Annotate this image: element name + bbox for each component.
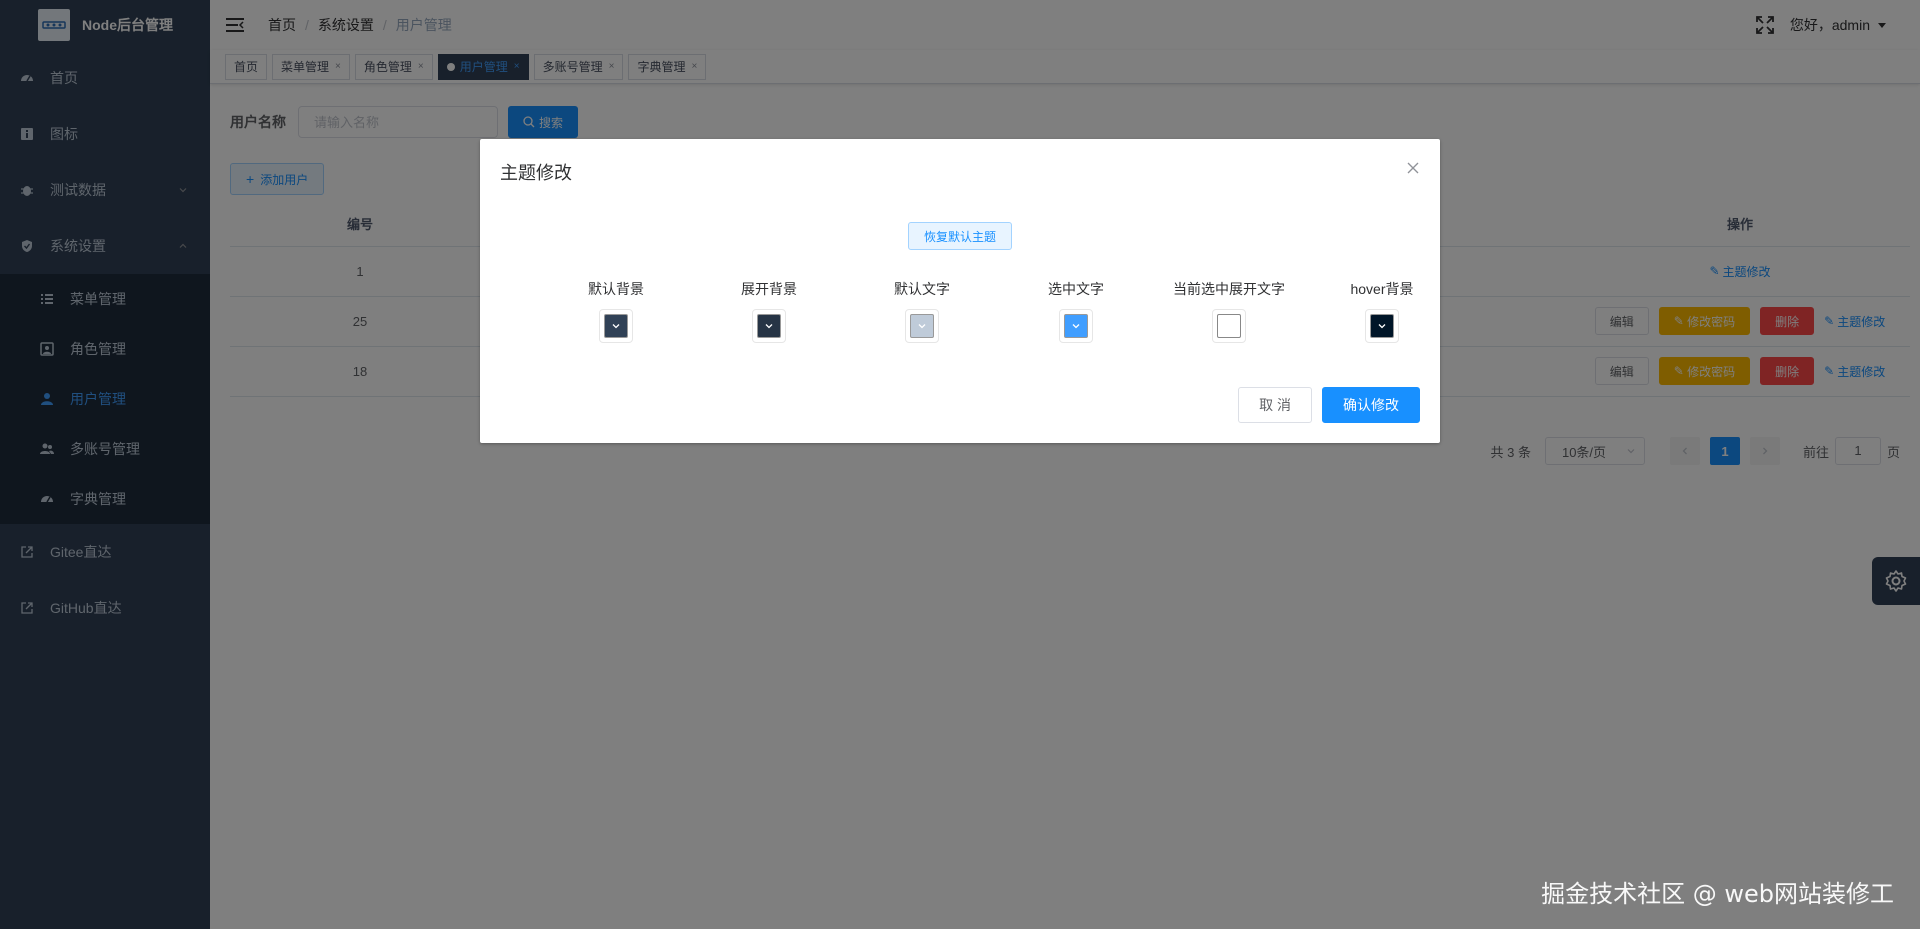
- dialog-footer: 取 消 确认修改: [1238, 387, 1420, 423]
- color-picker[interactable]: [1059, 309, 1093, 343]
- color-picker[interactable]: [599, 309, 633, 343]
- picker-label: 默认背景: [588, 281, 644, 297]
- color-swatch: [1064, 314, 1088, 338]
- picker-default-bg: 默认背景: [536, 279, 696, 343]
- picker-expand-bg: 展开背景: [689, 279, 849, 343]
- confirm-button[interactable]: 确认修改: [1322, 387, 1420, 423]
- picker-active-text: 选中文字: [996, 279, 1156, 343]
- chevron-down-icon: [1378, 324, 1386, 329]
- color-swatch: [910, 314, 934, 338]
- picker-default-text: 默认文字: [842, 279, 1002, 343]
- cancel-button[interactable]: 取 消: [1238, 387, 1312, 423]
- color-picker[interactable]: [905, 309, 939, 343]
- watermark: 掘金技术社区 @ web网站装修工: [1541, 880, 1894, 908]
- reset-theme-button[interactable]: 恢复默认主题: [908, 222, 1013, 250]
- chevron-down-icon: [918, 324, 926, 329]
- color-picker[interactable]: [1365, 309, 1399, 343]
- color-swatch: [1217, 314, 1241, 338]
- color-picker[interactable]: [1212, 309, 1246, 343]
- picker-label: 展开背景: [741, 281, 797, 297]
- dialog-title: 主题修改: [500, 163, 572, 183]
- color-swatch: [757, 314, 781, 338]
- picker-label: 默认文字: [894, 281, 950, 297]
- theme-dialog: 主题修改 恢复默认主题 默认背景 展开背景 默认文字 选中文字 当前选中展开文字…: [480, 139, 1440, 443]
- picker-label: 选中文字: [1048, 281, 1104, 297]
- chevron-down-icon: [765, 324, 773, 329]
- close-icon[interactable]: [1406, 161, 1420, 175]
- color-picker[interactable]: [752, 309, 786, 343]
- chevron-down-icon: [1072, 324, 1080, 329]
- picker-label: 当前选中展开文字: [1173, 281, 1285, 297]
- picker-label: hover背景: [1350, 281, 1414, 297]
- picker-hover-bg: hover背景: [1302, 279, 1462, 343]
- color-swatch: [604, 314, 628, 338]
- color-swatch: [1370, 314, 1394, 338]
- chevron-down-icon: [612, 324, 620, 329]
- picker-active-expand-text: 当前选中展开文字: [1149, 279, 1309, 343]
